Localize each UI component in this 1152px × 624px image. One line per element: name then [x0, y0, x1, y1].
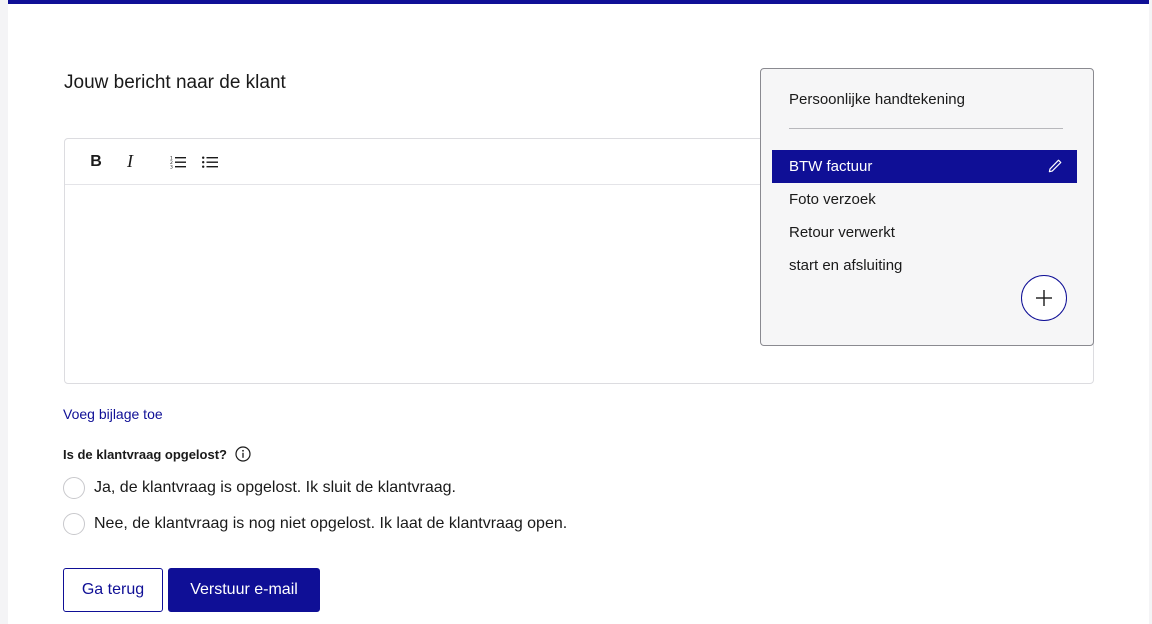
- template-dropdown: Persoonlijke handtekening BTW factuur Fo…: [760, 68, 1094, 346]
- personal-signature-option[interactable]: Persoonlijke handtekening: [789, 91, 965, 108]
- template-item-label: Foto verzoek: [789, 191, 876, 208]
- back-button[interactable]: Ga terug: [63, 568, 163, 612]
- template-item-label: start en afsluiting: [789, 257, 903, 274]
- page-title: Jouw bericht naar de klant: [64, 72, 286, 93]
- info-icon[interactable]: [235, 446, 251, 462]
- radio-label: Nee, de klantvraag is nog niet opgelost.…: [94, 515, 568, 532]
- template-item-label: Retour verwerkt: [789, 224, 895, 241]
- radio-label: Ja, de klantvraag is opgelost. Ik sluit …: [94, 479, 456, 496]
- page-background: Jouw bericht naar de klant B I 1 2 3 Per…: [0, 0, 1152, 624]
- pencil-icon[interactable]: [1047, 158, 1063, 174]
- bullet-list-button[interactable]: [197, 149, 223, 175]
- resolved-question: Is de klantvraag opgelost?: [63, 446, 251, 462]
- bullet-list-icon: [202, 156, 218, 168]
- template-item-retour-verwerkt[interactable]: Retour verwerkt: [772, 216, 1077, 249]
- dropdown-divider: [789, 128, 1063, 129]
- message-panel: Jouw bericht naar de klant B I 1 2 3 Per…: [8, 0, 1149, 624]
- template-item-label: BTW factuur: [789, 158, 873, 175]
- template-item-foto-verzoek[interactable]: Foto verzoek: [772, 183, 1077, 216]
- ordered-list-button[interactable]: 1 2 3: [165, 149, 191, 175]
- radio-option-resolved[interactable]: Ja, de klantvraag is opgelost. Ik sluit …: [63, 477, 456, 499]
- add-attachment-link[interactable]: Voeg bijlage toe: [63, 406, 163, 422]
- template-item-start-en-afsluiting[interactable]: start en afsluiting: [772, 249, 1077, 282]
- plus-icon: [1036, 290, 1052, 306]
- radio-button[interactable]: [63, 513, 85, 535]
- svg-text:3: 3: [170, 164, 173, 169]
- question-label: Is de klantvraag opgelost?: [63, 446, 227, 462]
- italic-button[interactable]: I: [117, 149, 143, 175]
- template-list: BTW factuur Foto verzoek Retour verwerkt…: [772, 150, 1077, 282]
- radio-button[interactable]: [63, 477, 85, 499]
- ordered-list-icon: 1 2 3: [170, 155, 186, 169]
- add-template-button[interactable]: [1021, 275, 1067, 321]
- send-email-button[interactable]: Verstuur e-mail: [168, 568, 320, 612]
- radio-option-unresolved[interactable]: Nee, de klantvraag is nog niet opgelost.…: [63, 513, 567, 535]
- template-item-btw-factuur[interactable]: BTW factuur: [772, 150, 1077, 183]
- bold-button[interactable]: B: [83, 149, 109, 175]
